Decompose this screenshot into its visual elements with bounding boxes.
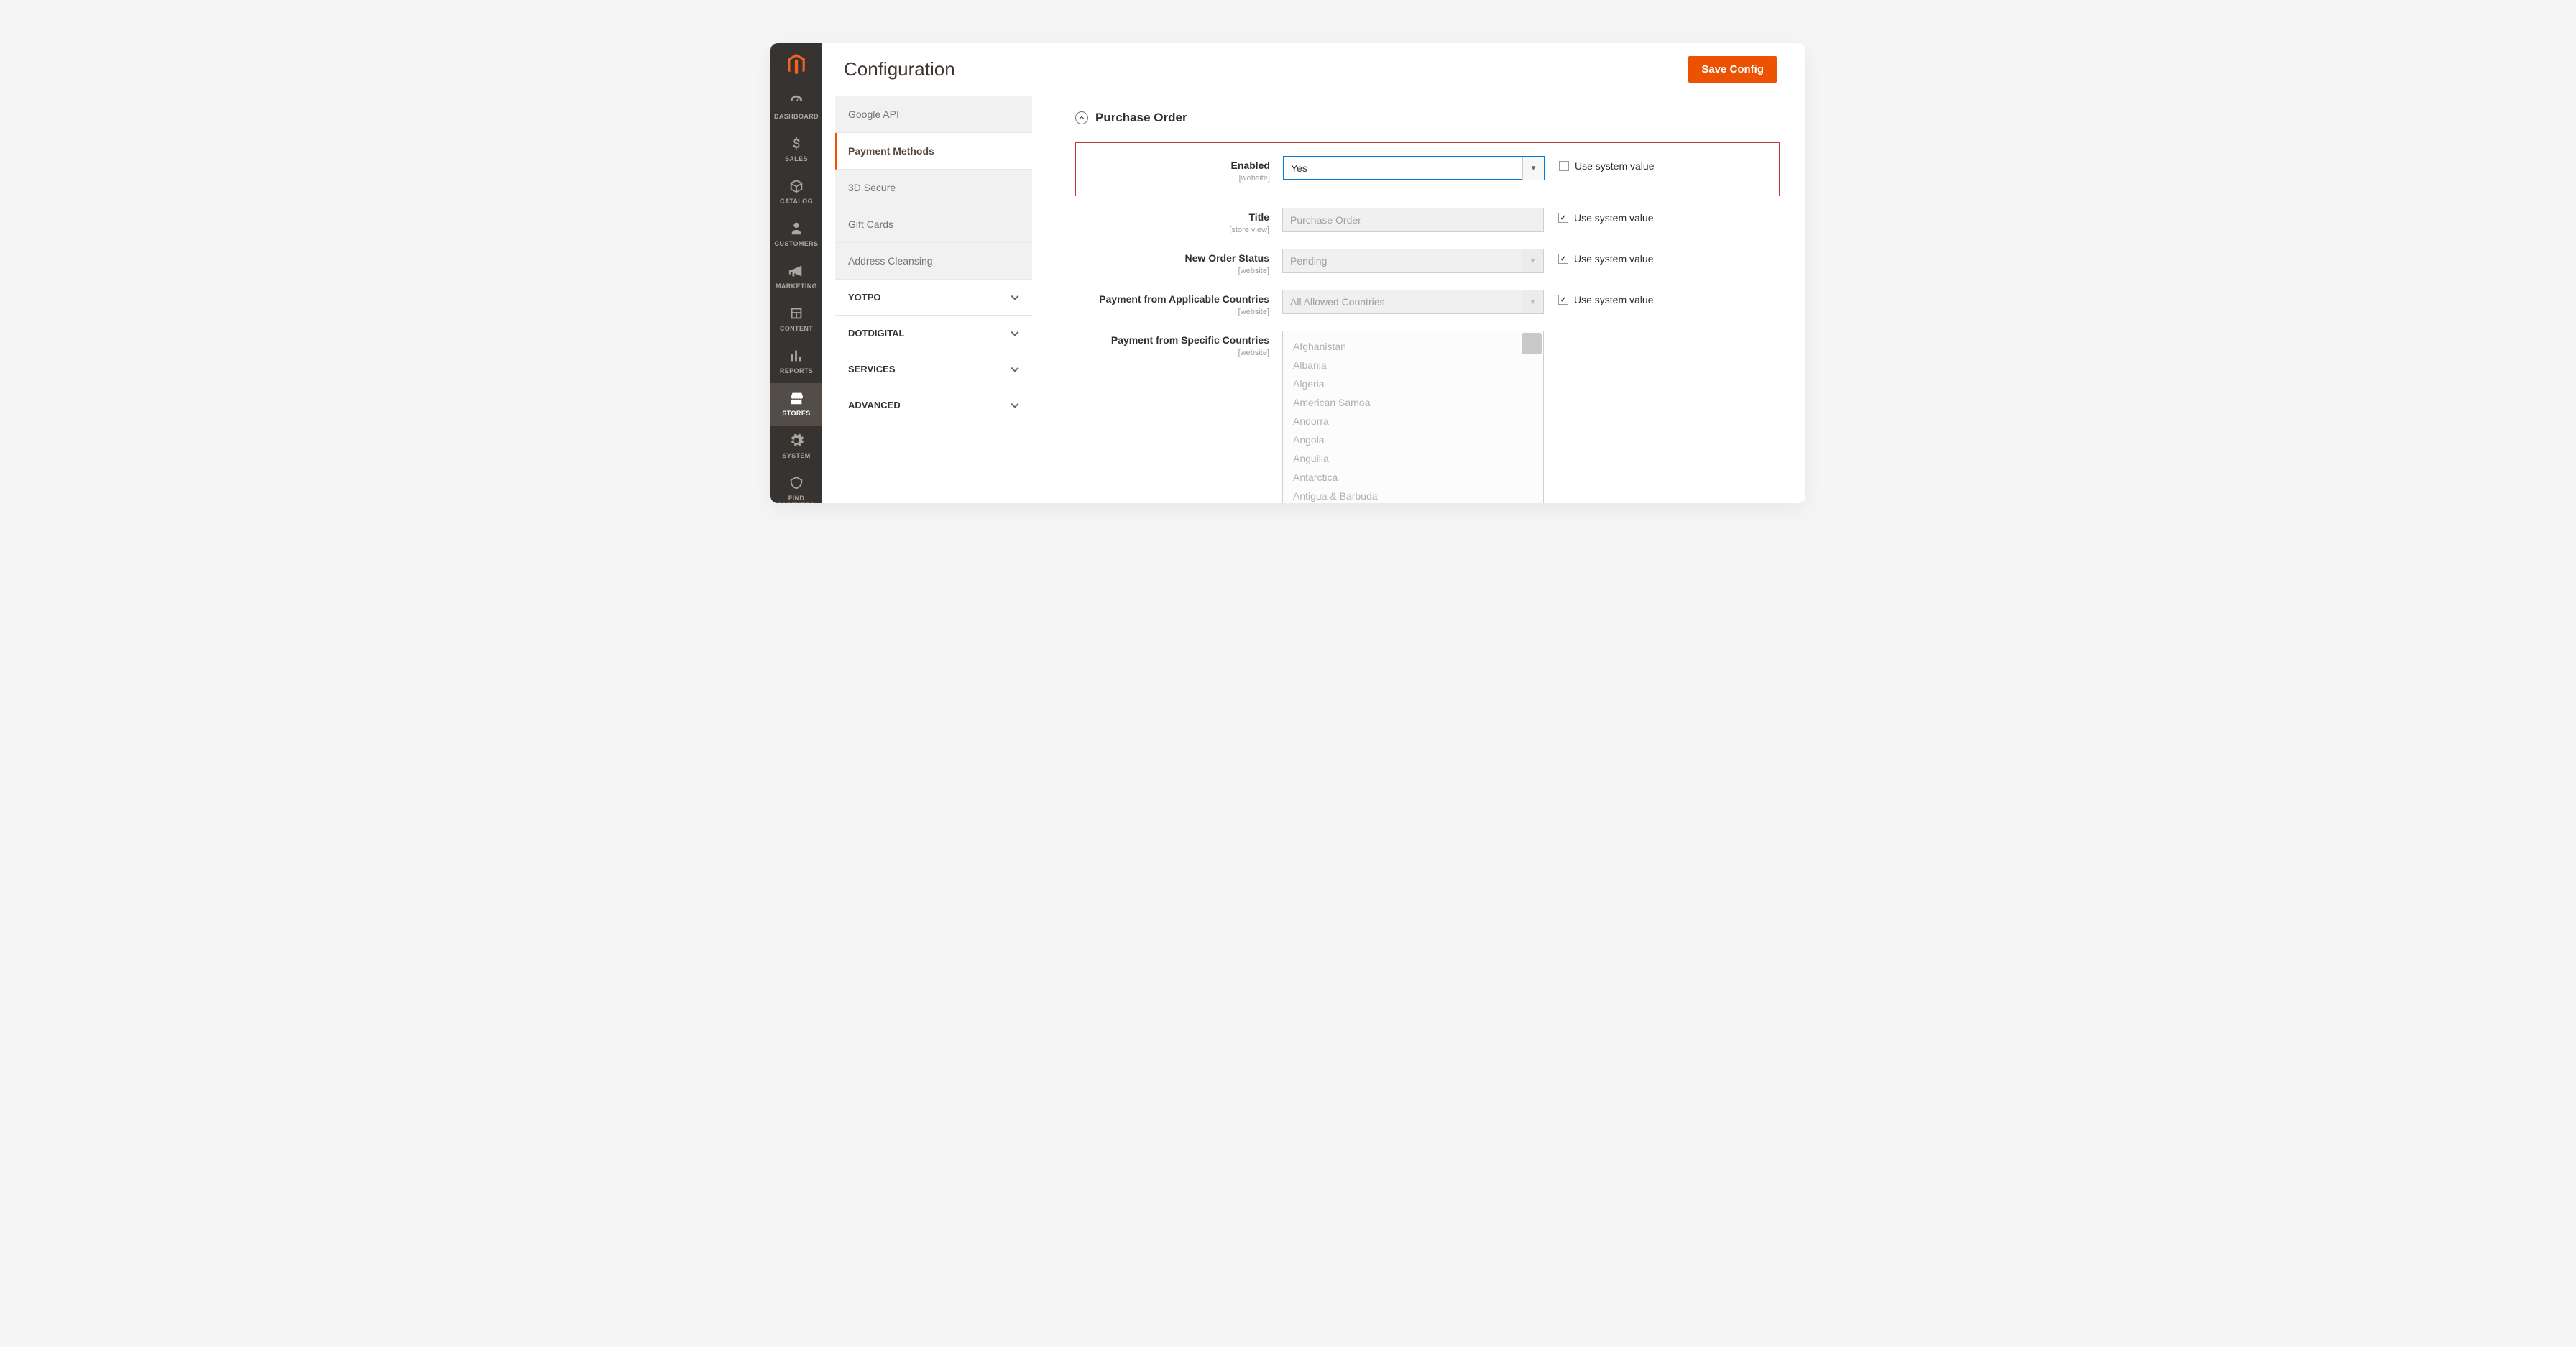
label-specific: Payment from Specific Countries — [1111, 334, 1269, 346]
country-option[interactable]: Anguilla — [1283, 449, 1543, 468]
content-icon — [772, 305, 821, 321]
group-label: DOTDIGITAL — [848, 328, 904, 339]
enabled-select-value: Yes — [1291, 162, 1307, 174]
nav-content[interactable]: CONTENT — [770, 298, 822, 341]
config-group-yotpo[interactable]: YOTPO — [835, 280, 1032, 316]
config-item-address-cleansing[interactable]: Address Cleansing — [835, 243, 1032, 280]
applicable-select-value: All Allowed Countries — [1290, 296, 1385, 308]
applicable-usv-label: Use system value — [1574, 294, 1653, 305]
nav-marketing[interactable]: MARKETING — [770, 256, 822, 298]
nav-label: FIND PARTNERS — [778, 495, 815, 503]
scope-title: [store view] — [1075, 226, 1269, 234]
label-applicable: Payment from Applicable Countries — [1099, 293, 1269, 305]
scope-status: [website] — [1075, 267, 1269, 275]
label-enabled: Enabled — [1231, 160, 1270, 171]
nav-label: CATALOG — [780, 198, 813, 205]
config-item-payment-methods[interactable]: Payment Methods — [835, 133, 1032, 170]
config-side-menu: Google APIPayment Methods3D SecureGift C… — [822, 96, 1032, 503]
system-icon — [772, 433, 821, 449]
scrollbar-thumb[interactable] — [1522, 333, 1542, 354]
page-title: Configuration — [844, 58, 955, 81]
dashboard-icon — [772, 93, 821, 109]
section-purchase-order[interactable]: Purchase Order — [1075, 104, 1780, 142]
scope-enabled: [website] — [1076, 174, 1270, 183]
marketing-icon — [772, 263, 821, 279]
nav-catalog[interactable]: CATALOG — [770, 171, 822, 213]
enabled-usv-checkbox[interactable] — [1559, 161, 1569, 171]
config-item-google-api[interactable]: Google API — [835, 96, 1032, 133]
country-option[interactable]: Angola — [1283, 431, 1543, 449]
status-select[interactable]: Pending ▼ — [1282, 249, 1544, 273]
status-usv-label: Use system value — [1574, 253, 1653, 265]
chevron-down-icon: ▼ — [1522, 157, 1544, 180]
country-option[interactable]: Antigua & Barbuda — [1283, 487, 1543, 503]
country-option[interactable]: Algeria — [1283, 374, 1543, 393]
partners-icon — [772, 475, 821, 491]
country-option[interactable]: American Samoa — [1283, 393, 1543, 412]
magento-logo[interactable] — [770, 43, 822, 86]
status-select-value: Pending — [1290, 255, 1327, 267]
chevron-down-icon: ▼ — [1522, 290, 1543, 313]
save-config-button[interactable]: Save Config — [1688, 56, 1777, 83]
config-group-services[interactable]: SERVICES — [835, 351, 1032, 387]
applicable-select[interactable]: All Allowed Countries ▼ — [1282, 290, 1544, 314]
collapse-icon — [1075, 111, 1088, 124]
nav-partners[interactable]: FIND PARTNERS — [770, 468, 822, 503]
nav-label: CUSTOMERS — [775, 240, 819, 247]
specific-countries-multiselect[interactable]: AfghanistanAlbaniaAlgeriaAmerican SamoaA… — [1282, 331, 1544, 503]
customers-icon — [772, 221, 821, 236]
status-usv-checkbox[interactable] — [1558, 254, 1568, 264]
nav-label: DASHBOARD — [774, 113, 819, 120]
highlight-box: Enabled [website] Yes ▼ Use system value — [1075, 142, 1780, 196]
config-item-gift-cards[interactable]: Gift Cards — [835, 206, 1032, 243]
label-title: Title — [1248, 211, 1269, 223]
chevron-down-icon — [1011, 365, 1019, 374]
catalog-icon — [772, 178, 821, 194]
enabled-usv-label: Use system value — [1575, 160, 1654, 172]
nav-customers[interactable]: CUSTOMERS — [770, 213, 822, 256]
country-option[interactable]: Antarctica — [1283, 468, 1543, 487]
label-status: New Order Status — [1185, 252, 1269, 264]
country-option[interactable]: Afghanistan — [1283, 337, 1543, 356]
config-group-advanced[interactable]: ADVANCED — [835, 387, 1032, 423]
nav-label: CONTENT — [780, 325, 813, 332]
title-usv-label: Use system value — [1574, 212, 1653, 224]
group-label: SERVICES — [848, 364, 896, 374]
nav-label: REPORTS — [780, 367, 813, 374]
stores-icon — [772, 390, 821, 406]
enabled-select[interactable]: Yes ▼ — [1283, 156, 1545, 180]
title-usv-checkbox[interactable] — [1558, 213, 1568, 223]
config-group-dotdigital[interactable]: DOTDIGITAL — [835, 316, 1032, 351]
chevron-down-icon — [1011, 293, 1019, 302]
section-title-text: Purchase Order — [1095, 111, 1187, 125]
scope-applicable: [website] — [1075, 308, 1269, 316]
nav-system[interactable]: SYSTEM — [770, 426, 822, 468]
nav-label: MARKETING — [776, 282, 817, 290]
nav-dashboard[interactable]: DASHBOARD — [770, 86, 822, 129]
reports-icon — [772, 348, 821, 364]
nav-label: SALES — [785, 155, 808, 162]
nav-sales[interactable]: SALES — [770, 129, 822, 171]
chevron-down-icon — [1011, 329, 1019, 338]
title-input[interactable] — [1282, 208, 1544, 232]
country-option[interactable]: Andorra — [1283, 412, 1543, 431]
group-label: ADVANCED — [848, 400, 901, 410]
chevron-down-icon — [1011, 401, 1019, 410]
nav-label: STORES — [782, 410, 810, 417]
config-item-3d-secure[interactable]: 3D Secure — [835, 170, 1032, 206]
page-header: Configuration Save Config — [822, 43, 1806, 96]
admin-nav-rail: DASHBOARD SALES CATALOG CUSTOMERS MARKETING C… — [770, 43, 822, 503]
config-content: Purchase Order Enabled [website] Yes ▼ — [1032, 96, 1806, 503]
nav-reports[interactable]: REPORTS — [770, 341, 822, 383]
chevron-down-icon: ▼ — [1522, 249, 1543, 272]
nav-stores[interactable]: STORES — [770, 383, 822, 426]
applicable-usv-checkbox[interactable] — [1558, 295, 1568, 305]
nav-label: SYSTEM — [782, 452, 810, 459]
group-label: YOTPO — [848, 292, 881, 303]
scope-specific: [website] — [1075, 349, 1269, 357]
sales-icon — [772, 136, 821, 152]
country-option[interactable]: Albania — [1283, 356, 1543, 374]
